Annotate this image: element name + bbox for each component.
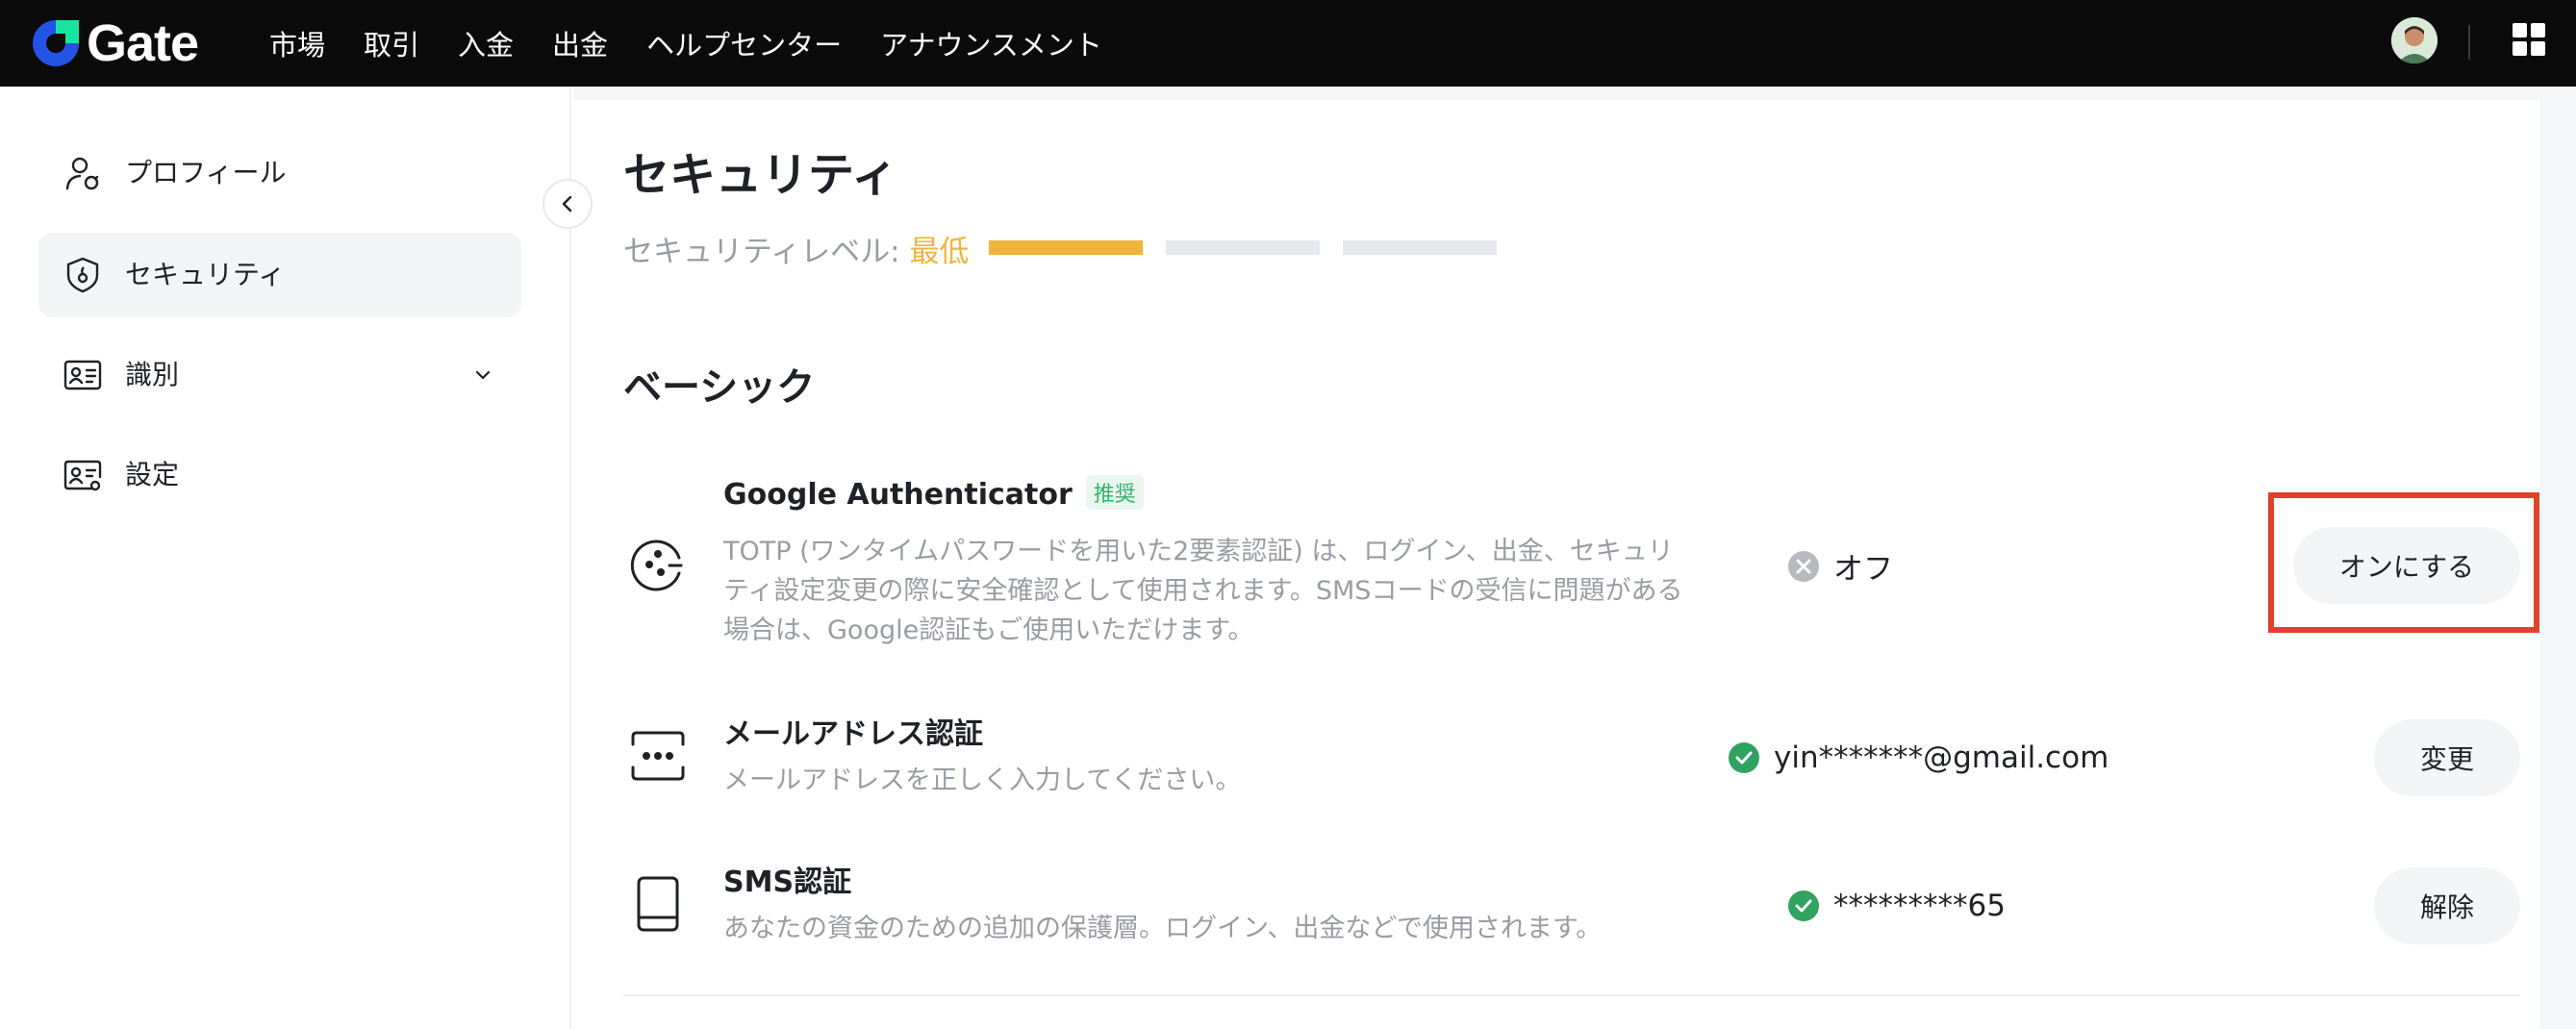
- google-authenticator-status: オフ: [1787, 544, 1893, 588]
- gate-logo-icon: [33, 20, 79, 66]
- authenticator-icon: [630, 540, 683, 591]
- sidebar: プロフィール セキュリティ 識別 設定: [0, 87, 569, 1029]
- change-email-button[interactable]: 変更: [2374, 719, 2520, 796]
- chevron-down-icon[interactable]: [473, 365, 492, 385]
- collapse-sidebar-button[interactable]: [543, 179, 593, 229]
- chevron-left-icon: [562, 195, 572, 213]
- check-circle-icon: [1729, 742, 1759, 773]
- row-title-text: Google Authenticator: [723, 478, 1073, 512]
- content-top-gutter: [573, 87, 2576, 100]
- email-verification-title: メールアドレス認証: [723, 717, 983, 751]
- google-authenticator-description: TOTP (ワンタイムパスワードを用いた2要素認証) は、ログイン、出金、セキュ…: [723, 537, 1683, 645]
- id-card-settings-icon: [63, 460, 102, 491]
- top-bar-divider: [2468, 25, 2470, 60]
- status-text: オフ: [1833, 552, 1893, 587]
- apps-grid-icon[interactable]: [2511, 21, 2547, 58]
- section-divider: [623, 994, 2520, 996]
- nav-help-center[interactable]: ヘルプセンター: [646, 23, 842, 63]
- security-level-bar-2: [1166, 240, 1320, 255]
- sidebar-item-label: プロフィール: [125, 157, 287, 188]
- user-icon: [65, 157, 99, 190]
- sidebar-item-label: 識別: [125, 359, 180, 390]
- sidebar-item-identification[interactable]: 識別: [38, 333, 521, 417]
- email-verification-status: yin*******@gmail.com: [1728, 740, 2109, 775]
- disable-sms-button[interactable]: 解除: [2374, 867, 2520, 944]
- phone-icon: [637, 876, 679, 932]
- sms-verification-title: SMS認証: [723, 866, 852, 899]
- sidebar-item-label: セキュリティ: [125, 259, 286, 290]
- sms-verification-status: *********65: [1787, 889, 2006, 923]
- nav-deposit[interactable]: 入金: [458, 23, 514, 63]
- security-level-text: セキュリティレベル: 最低: [623, 227, 969, 270]
- nav-trade[interactable]: 取引: [364, 23, 419, 63]
- highlight-annotation-box: [2268, 492, 2539, 633]
- main-nav: 市場 取引 入金 出金 ヘルプセンター アナウンスメント: [269, 0, 1141, 87]
- nav-announcements[interactable]: アナウンスメント: [880, 23, 1102, 63]
- page-title: セキュリティ: [623, 148, 898, 202]
- email-code-icon: [631, 731, 685, 781]
- email-verification-description: メールアドレスを正しく入力してください。: [723, 765, 1242, 795]
- content-right-gutter: [2539, 87, 2576, 1029]
- shield-icon: [66, 257, 99, 293]
- top-navigation-bar: Gate 市場 取引 入金 出金 ヘルプセンター アナウンスメント: [0, 0, 2576, 87]
- gate-logo[interactable]: Gate: [29, 13, 199, 73]
- status-text: *********65: [1833, 889, 2006, 923]
- id-card-icon: [63, 360, 102, 390]
- brand-name: Gate: [87, 14, 199, 72]
- recommended-badge: 推奨: [1085, 475, 1144, 510]
- nav-withdraw[interactable]: 出金: [552, 23, 608, 63]
- sidebar-item-label: 設定: [125, 459, 180, 490]
- avatar-icon: [2391, 17, 2437, 63]
- sidebar-item-settings[interactable]: 設定: [38, 433, 521, 517]
- security-level-label: セキュリティレベル:: [623, 235, 910, 269]
- google-authenticator-title: Google Authenticator 推奨: [723, 475, 1144, 512]
- user-avatar[interactable]: [2391, 17, 2437, 63]
- security-level-bar-1: [989, 240, 1143, 255]
- nav-markets[interactable]: 市場: [269, 23, 325, 63]
- off-status-icon: [1788, 550, 1819, 582]
- security-level-bar-3: [1343, 240, 1497, 255]
- sms-verification-description: あなたの資金のための追加の保護層。ログイン、出金などで使用されます。: [723, 914, 1603, 943]
- sidebar-item-security[interactable]: セキュリティ: [38, 233, 521, 317]
- check-circle-icon: [1788, 891, 1819, 921]
- security-level-value: 最低: [909, 235, 970, 269]
- status-text: yin*******@gmail.com: [1774, 740, 2109, 775]
- sidebar-item-profile[interactable]: プロフィール: [38, 131, 521, 215]
- section-title-basic: ベーシック: [623, 365, 816, 410]
